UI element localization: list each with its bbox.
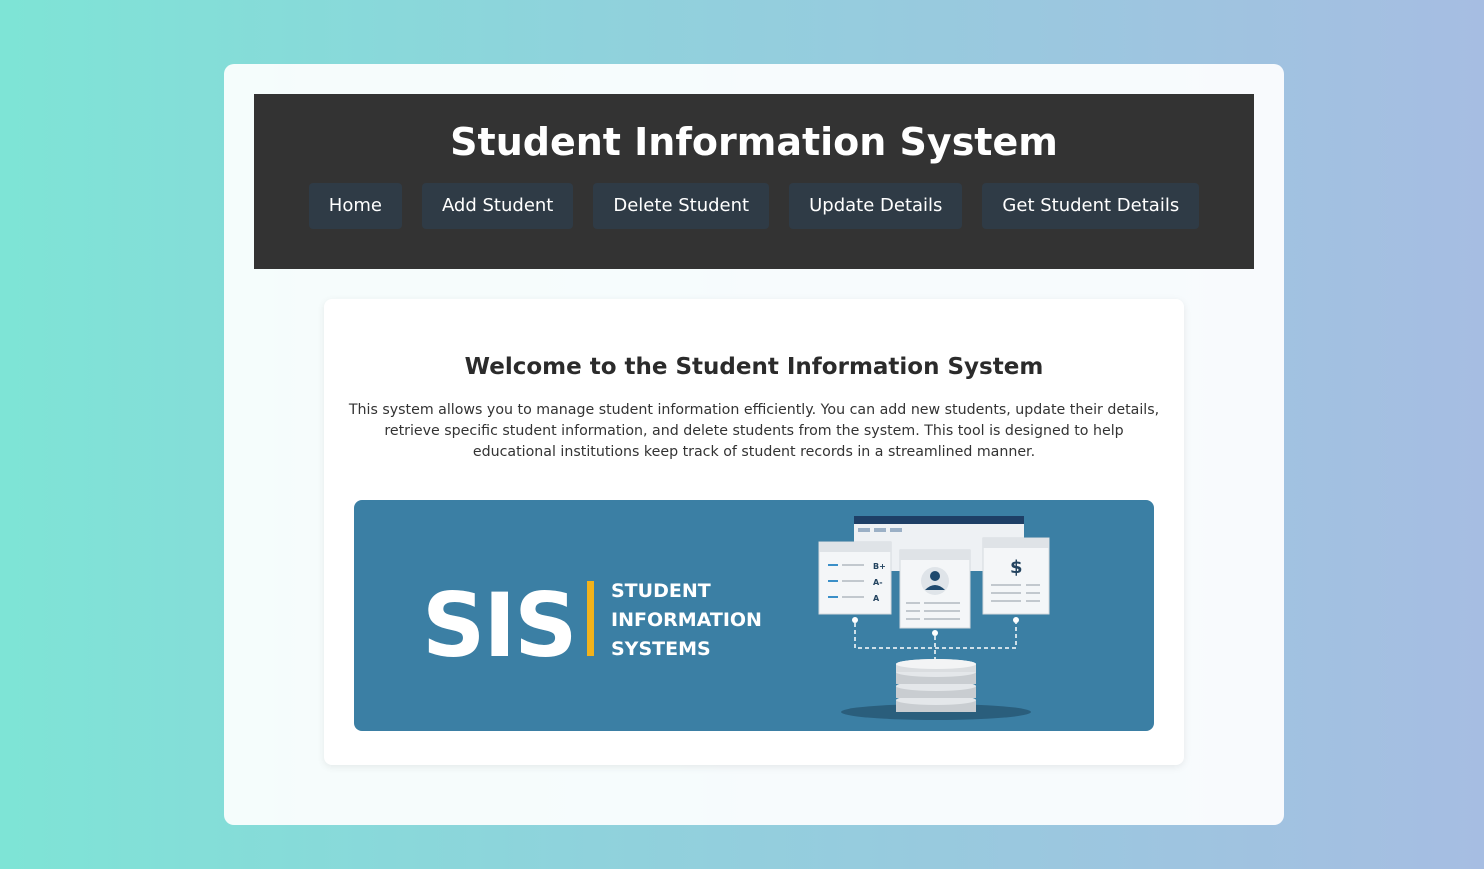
nav-get-student-details-button[interactable]: Get Student Details <box>982 183 1200 229</box>
welcome-description: This system allows you to manage student… <box>348 402 1160 460</box>
grade-2: A- <box>873 578 883 587</box>
main-nav: Home Add Student Delete Student Update D… <box>254 183 1254 229</box>
database-illustration: B+ A- A $ <box>818 516 1050 720</box>
accent-divider <box>587 581 594 656</box>
nav-add-student-button[interactable]: Add Student <box>421 183 574 229</box>
tagline-line-2: INFORMATION <box>611 609 762 631</box>
nav-home-button[interactable]: Home <box>308 183 402 229</box>
dollar-icon: $ <box>1010 557 1023 578</box>
sis-logo-text: SIS <box>422 574 576 677</box>
tagline-line-3: SYSTEMS <box>611 638 711 660</box>
sis-banner-image: SIS STUDENT INFORMATION SYSTEMS B+ A- A … <box>354 500 1154 731</box>
welcome-heading: Welcome to the Student Information Syste… <box>464 354 1044 380</box>
nav-update-details-button[interactable]: Update Details <box>789 183 963 229</box>
tagline-line-1: STUDENT <box>611 580 711 602</box>
grade-3: A <box>873 594 880 603</box>
welcome-card: Welcome to the Student Information Syste… <box>324 299 1184 765</box>
main-container: Student Information System Home Add Stud… <box>224 64 1284 825</box>
grade-1: B+ <box>873 562 886 571</box>
site-header: Student Information System Home Add Stud… <box>254 94 1254 269</box>
nav-delete-student-button[interactable]: Delete Student <box>593 183 770 229</box>
site-title: Student Information System <box>450 120 1058 164</box>
